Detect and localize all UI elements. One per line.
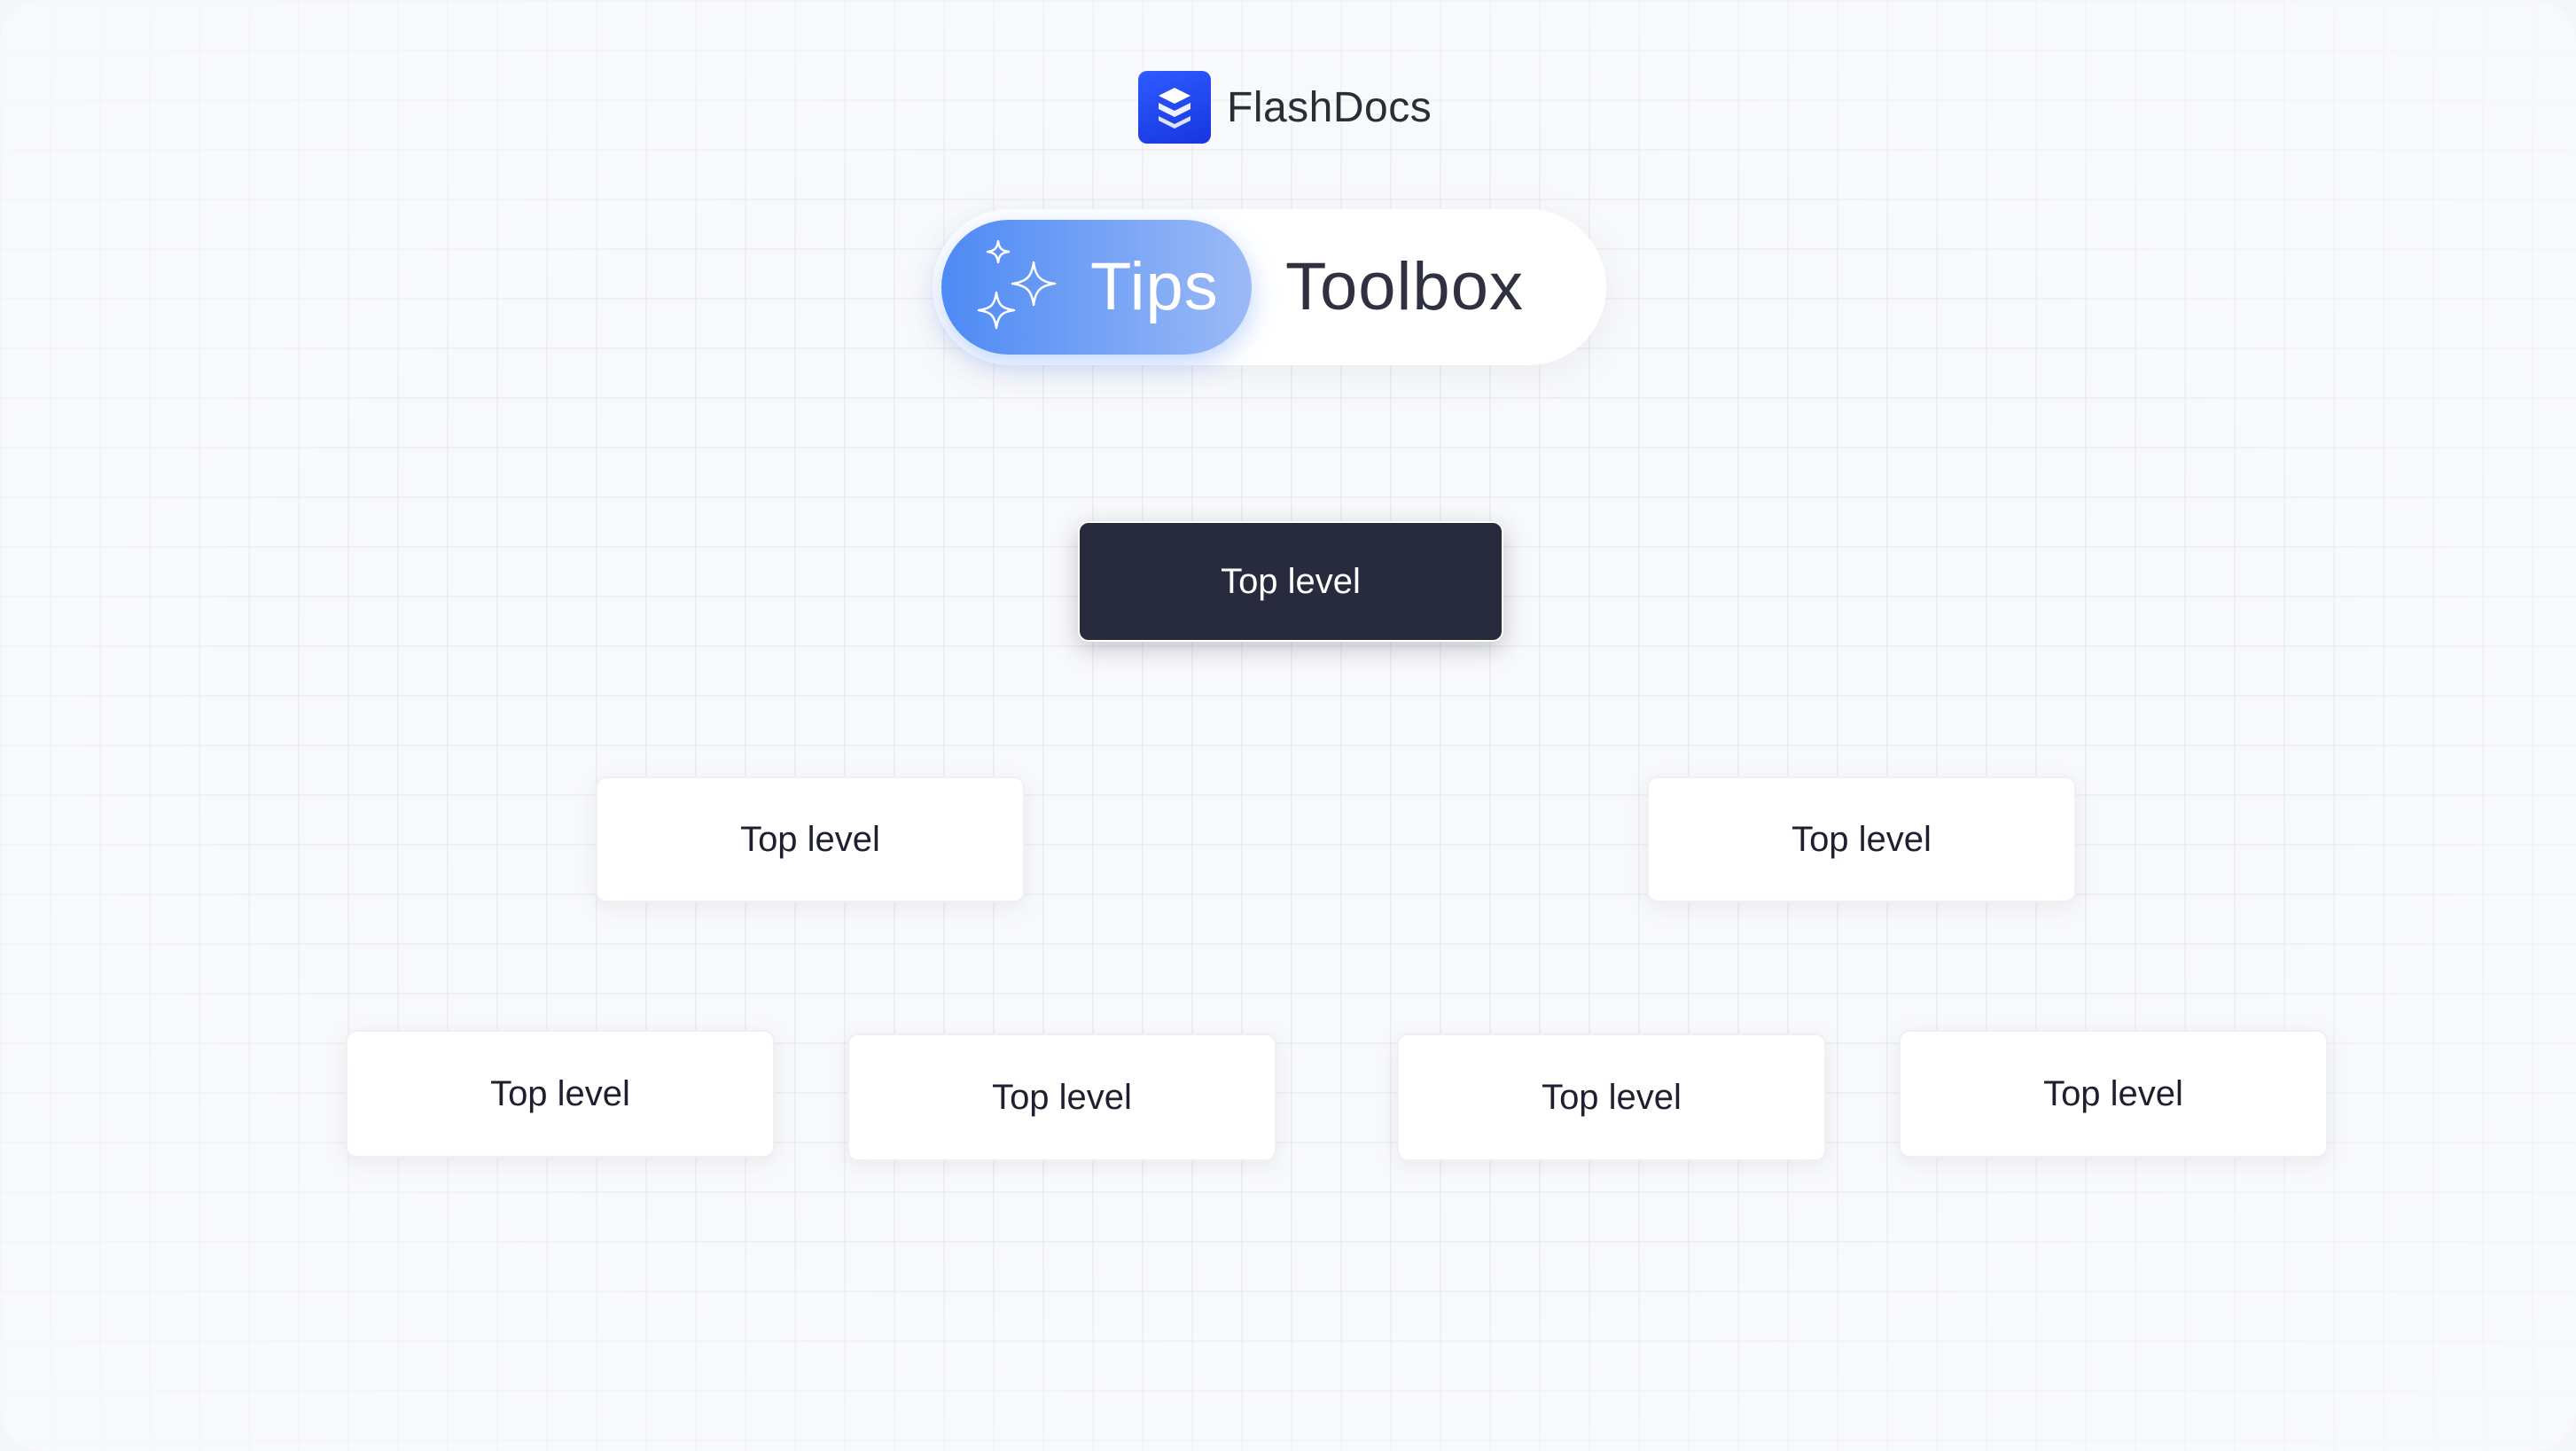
level2-node-label: Top level bbox=[1791, 819, 1932, 859]
level3-node-3[interactable]: Top level bbox=[1397, 1034, 1826, 1161]
level3-node-label: Top level bbox=[992, 1077, 1132, 1117]
diagram-canvas: FlashDocs Tips Toolbox Top level Top lev… bbox=[0, 0, 2576, 1451]
tips-toolbox-toggle[interactable]: Tips Toolbox bbox=[933, 209, 1606, 365]
root-node-label: Top level bbox=[1221, 561, 1361, 601]
brand-name: FlashDocs bbox=[1227, 83, 1432, 131]
level3-node-1[interactable]: Top level bbox=[346, 1030, 775, 1158]
tab-tips[interactable]: Tips bbox=[941, 220, 1252, 355]
sparkle-icon bbox=[977, 239, 1057, 330]
tab-toolbox-label[interactable]: Toolbox bbox=[1285, 209, 1524, 365]
level2-node-left[interactable]: Top level bbox=[596, 776, 1025, 902]
level3-node-4[interactable]: Top level bbox=[1899, 1030, 2328, 1158]
level3-node-label: Top level bbox=[1542, 1077, 1682, 1117]
root-node[interactable]: Top level bbox=[1078, 521, 1503, 642]
brand-logo: FlashDocs bbox=[1138, 71, 1432, 144]
level2-node-right[interactable]: Top level bbox=[1647, 776, 2076, 902]
level2-node-label: Top level bbox=[740, 819, 880, 859]
level3-node-label: Top level bbox=[490, 1073, 630, 1113]
level3-node-label: Top level bbox=[2043, 1073, 2183, 1113]
flashdocs-logo-icon bbox=[1138, 71, 1211, 144]
tab-tips-label: Tips bbox=[1090, 249, 1219, 324]
level3-node-2[interactable]: Top level bbox=[847, 1034, 1276, 1161]
